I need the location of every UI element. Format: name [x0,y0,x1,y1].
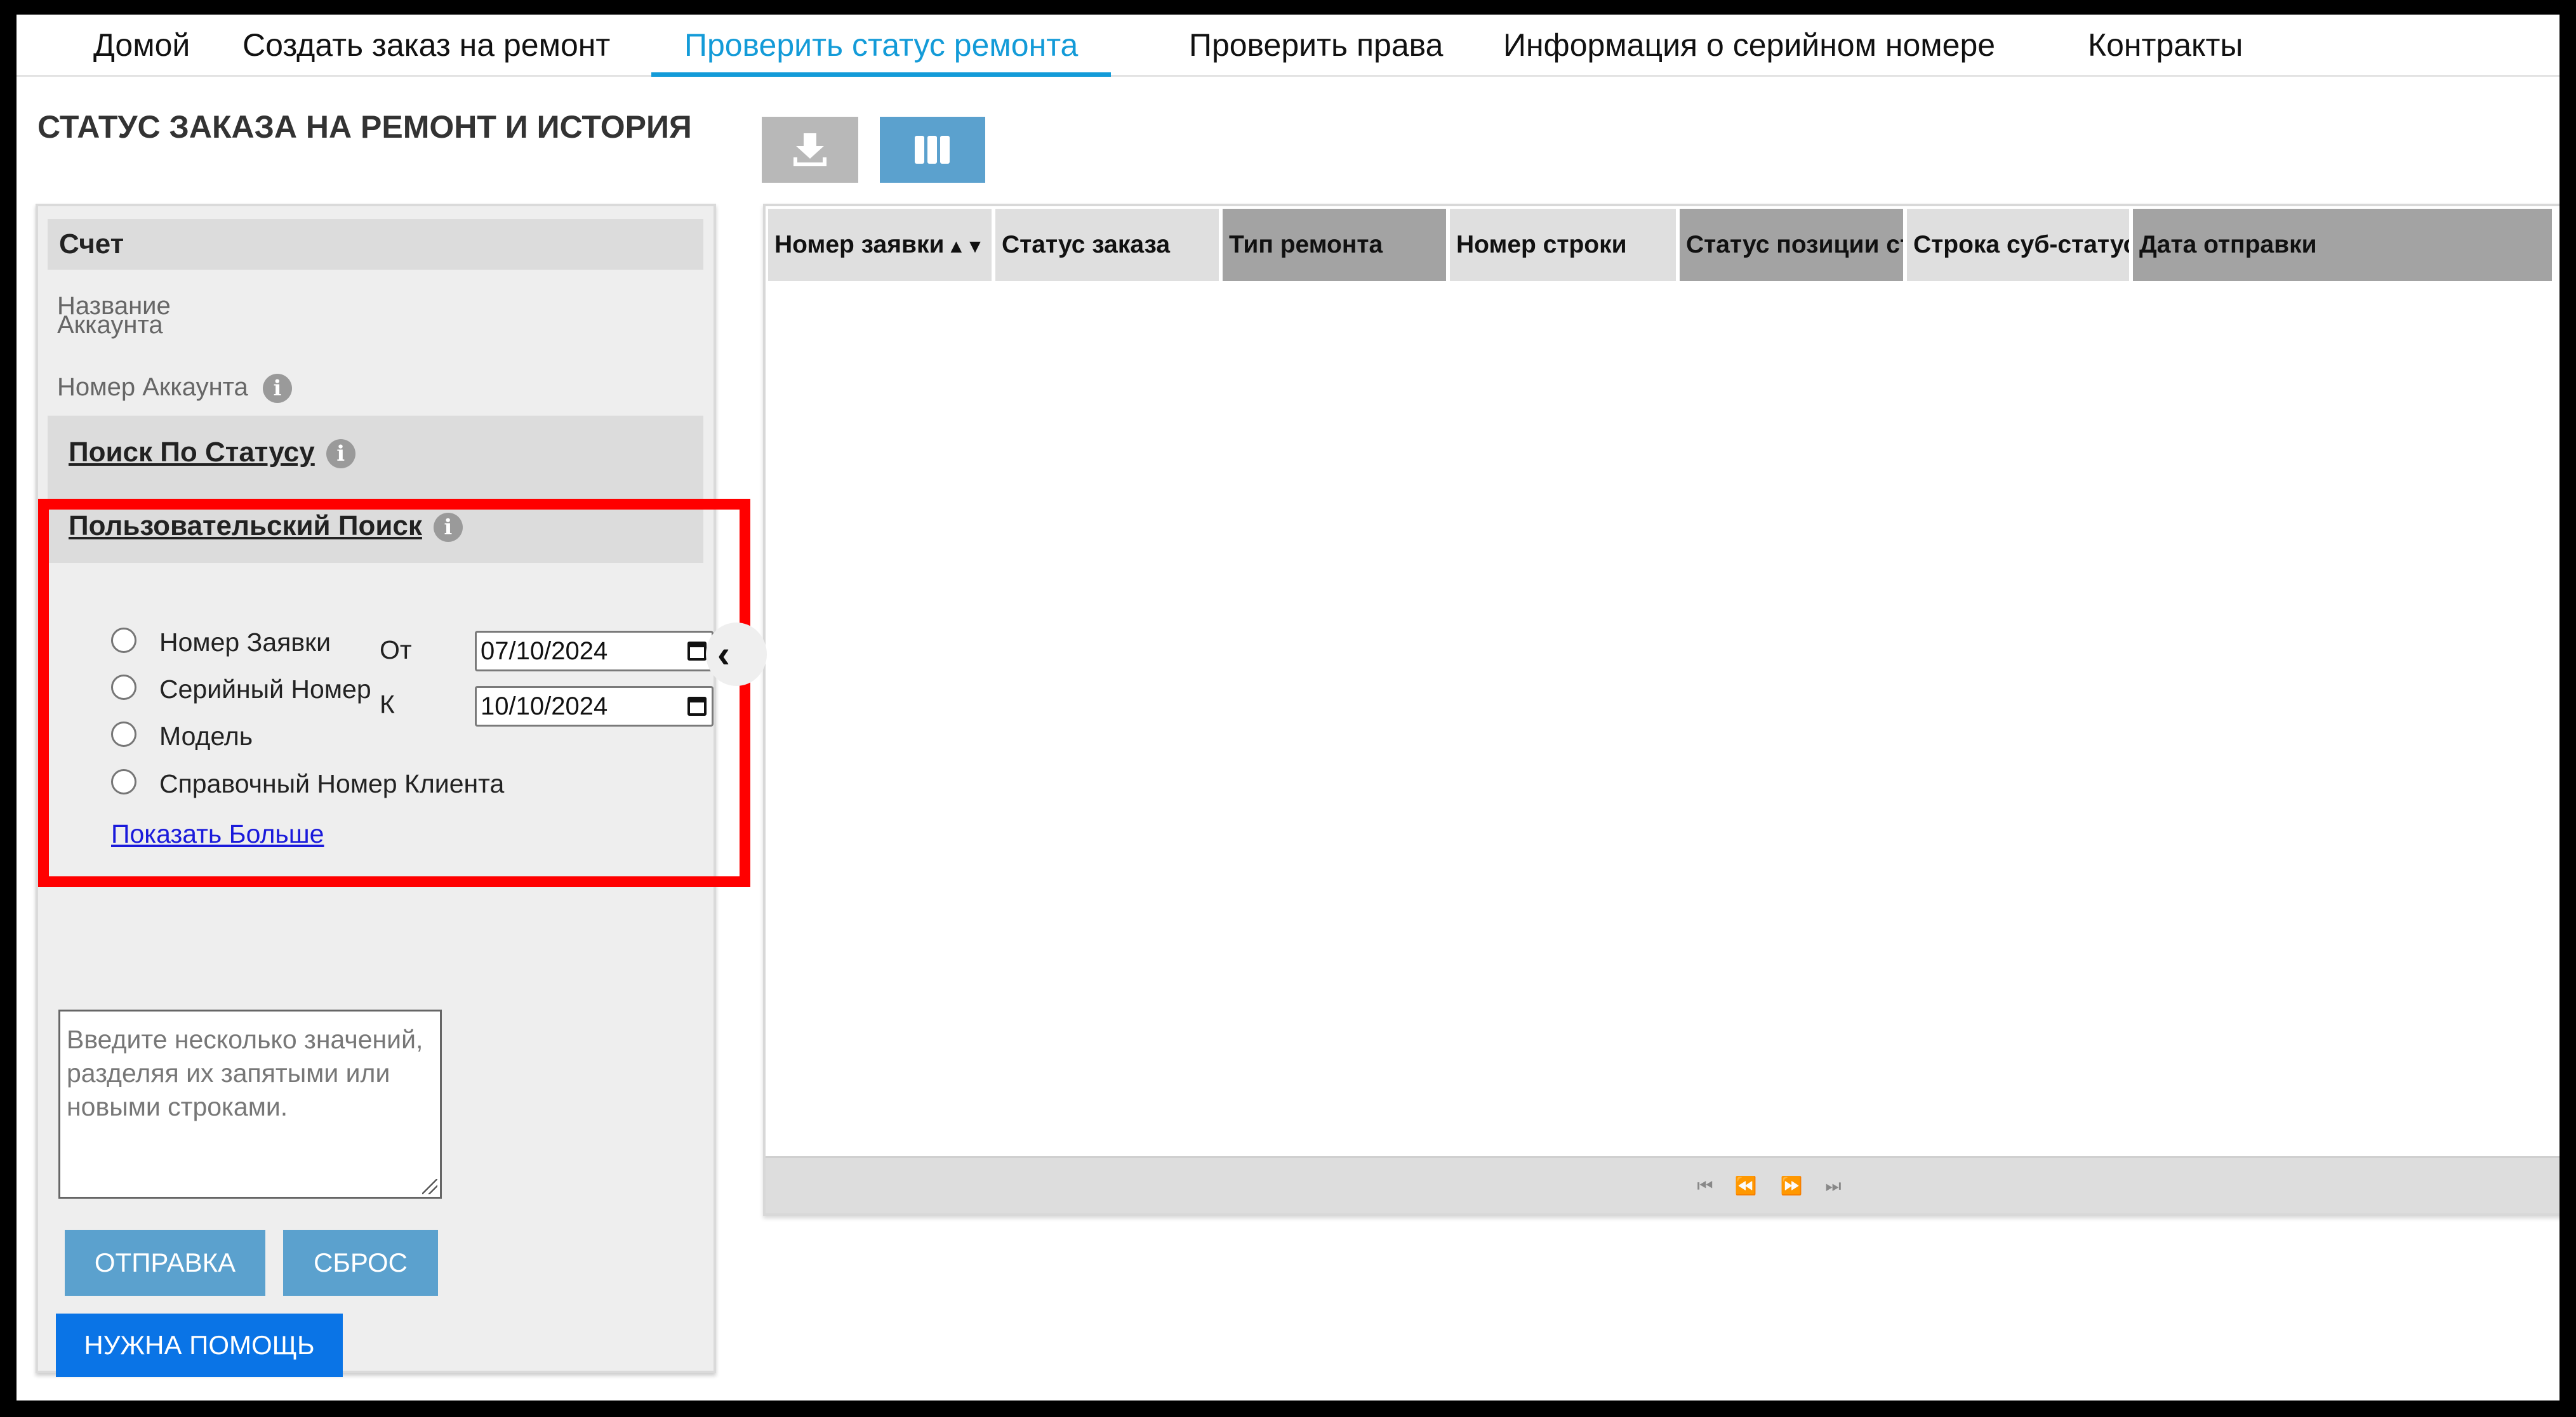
need-help-button[interactable]: НУЖНА ПОМОЩЬ [56,1314,343,1377]
column-header-sub-status[interactable]: Строка суб-статуса [1907,209,2129,281]
columns-icon [915,136,950,164]
to-label: К [380,690,395,719]
radio-option-customer-reference[interactable]: Справочный Номер Клиента [111,769,504,799]
column-header-label: Номер заявки [774,231,945,258]
nav-check-entitlement[interactable]: Проверить права [1156,15,1476,77]
column-header-order-status[interactable]: Статус заказа [995,209,1219,281]
radio-button[interactable] [111,722,136,747]
info-icon[interactable]: i [326,439,355,469]
info-icon[interactable]: i [262,374,292,404]
app-window: Домой Создать заказ на ремонт Проверить … [17,15,2559,1401]
status-search-link[interactable]: Поиск По Статусу i [69,437,355,469]
account-name-label-line2: Аккаунта [57,311,163,339]
radio-button[interactable] [111,628,136,653]
prev-page-icon[interactable]: ⏪ [1733,1176,1758,1196]
columns-button[interactable] [880,117,985,183]
status-search-label: Поиск По Статусу [69,437,315,468]
results-grid: Номер заявки ▲▼ Статус заказа Тип ремонта… [763,204,2559,1216]
first-page-icon[interactable]: ⏮ [1692,1176,1718,1196]
radio-button[interactable] [111,675,136,700]
column-header-line-number[interactable]: Номер строки [1450,209,1676,281]
nav-contracts[interactable]: Контракты [2055,15,2276,77]
submit-button[interactable]: ОТПРАВКА [65,1230,265,1296]
nav-create-repair-order[interactable]: Создать заказ на ремонт [209,15,643,77]
download-icon [793,133,827,166]
nav-serial-number-info[interactable]: Информация о серийном номере [1470,15,2028,77]
custom-search-link[interactable]: Пользовательский Поиск i [69,510,463,543]
radio-button[interactable] [111,769,136,794]
column-header-ship-date[interactable]: Дата отправки [2133,209,2552,281]
reset-button[interactable]: СБРОС [283,1230,438,1296]
calendar-icon[interactable] [687,642,707,661]
multi-value-textarea[interactable]: Введите несколько значений, разделяя их … [58,1010,442,1199]
download-button[interactable] [762,117,858,183]
account-name-label: Название Аккаунта [57,293,171,338]
last-page-icon[interactable]: ⏭ [1821,1176,1846,1196]
to-date-field[interactable]: 10/10/2024 [475,686,714,727]
radio-option-serial-number[interactable]: Серийный Номер [111,675,371,704]
calendar-icon[interactable] [687,697,707,716]
radio-label: Номер Заявки [159,628,331,657]
account-number-row: Номер Аккаунта i [57,373,292,404]
from-date-field[interactable]: 07/10/2024 [475,631,714,671]
nav-check-repair-status[interactable]: Проверить статус ремонта [651,15,1112,77]
sort-icon[interactable]: ▲▼ [946,236,984,257]
collapse-panel-button[interactable]: ‹ [706,623,767,686]
from-label: От [380,635,412,664]
radio-label: Серийный Номер [159,675,371,704]
info-icon[interactable]: i [433,513,463,543]
from-date-value: 07/10/2024 [481,637,608,665]
show-more-link[interactable]: Показать Больше [111,819,324,849]
radio-label: Справочный Номер Клиента [159,769,505,798]
account-number-label: Номер Аккаунта [57,373,248,401]
nav-home[interactable]: Домой [60,15,223,77]
grid-header: Номер заявки ▲▼ Статус заказа Тип ремонта… [766,206,2559,285]
top-nav: Домой Создать заказ на ремонт Проверить … [17,15,2559,77]
to-date-value: 10/10/2024 [481,692,608,720]
next-page-icon[interactable]: ⏩ [1779,1176,1804,1196]
radio-option-model[interactable]: Модель [111,722,253,751]
radio-label: Модель [159,722,253,751]
account-header: Счет [48,219,703,270]
grid-pager: ⏮ ⏪ ⏩ ⏭ [766,1156,2559,1213]
column-header-repair-type[interactable]: Тип ремонта [1223,209,1446,281]
chevron-left-icon: ‹ [717,633,730,675]
textarea-placeholder: Введите несколько значений, разделяя их … [67,1025,423,1121]
column-header-ticket-number[interactable]: Номер заявки ▲▼ [768,209,992,281]
column-header-item-status[interactable]: Статус позиции ст [1680,209,1903,281]
radio-option-ticket-number[interactable]: Номер Заявки [111,628,331,657]
custom-search-label: Пользовательский Поиск [69,510,422,541]
resize-grip-icon[interactable] [422,1179,437,1194]
search-panel: Счет Название Аккаунта Номер Аккаунта i … [36,204,716,1377]
page-title: СТАТУС ЗАКАЗА НА РЕМОНТ И ИСТОРИЯ [37,109,692,145]
